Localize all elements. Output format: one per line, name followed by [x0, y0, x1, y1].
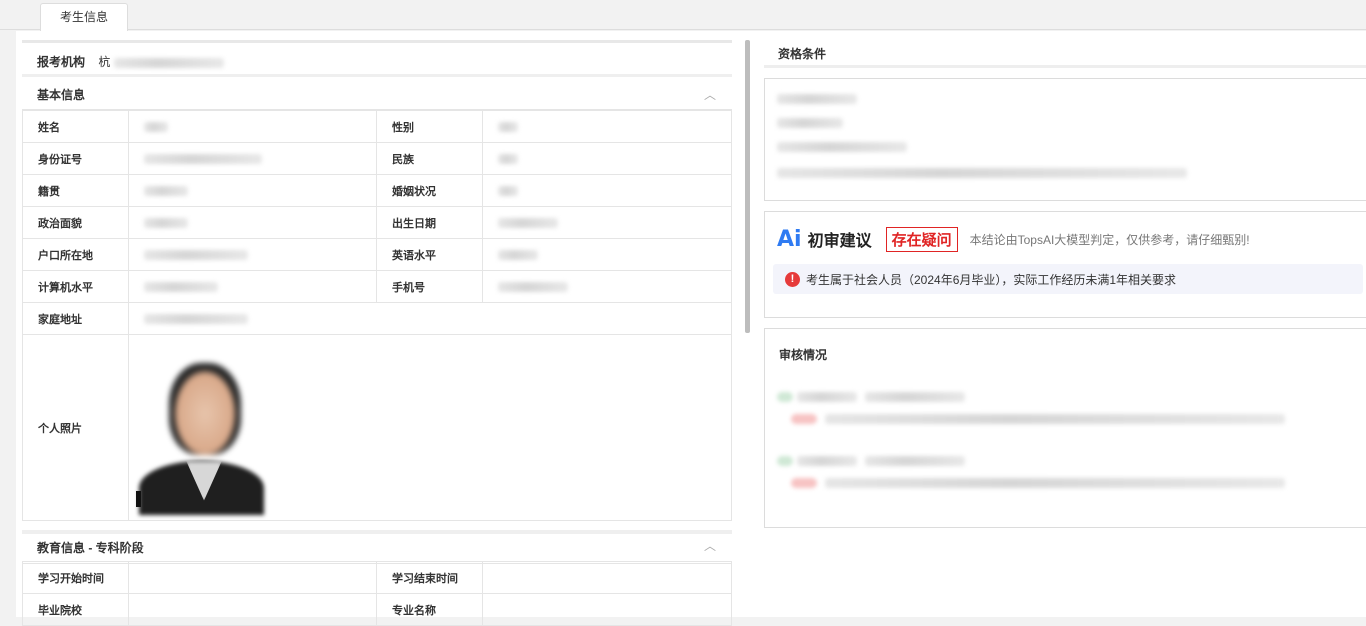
table-row: 姓名 性别	[22, 110, 732, 143]
review-entry	[777, 453, 965, 467]
field-label: 毕业院校	[22, 593, 129, 626]
field-label: 手机号	[376, 270, 483, 303]
ai-warning-text: 考生属于社会人员（2024年6月毕业），实际工作经历未满1年相关要求	[806, 272, 1177, 287]
basic-info-title: 基本信息	[37, 88, 86, 102]
field-value-marital-status	[482, 174, 732, 207]
field-label: 民族	[376, 142, 483, 175]
field-value-home-address	[128, 302, 732, 335]
field-label: 计算机水平	[22, 270, 129, 303]
table-row: 身份证号 民族	[22, 142, 732, 175]
field-value-birth-date	[482, 206, 732, 239]
field-label: 个人照片	[22, 334, 129, 521]
field-value-id-number	[128, 142, 377, 175]
field-value-household	[128, 238, 377, 271]
review-entry-detail	[791, 475, 1285, 489]
ai-warning-row: ! 考生属于社会人员（2024年6月毕业），实际工作经历未满1年相关要求	[773, 264, 1363, 294]
org-label: 报考机构	[37, 55, 86, 69]
qualification-card	[764, 78, 1366, 201]
education-header[interactable]: 教育信息 - 专科阶段 ︿	[22, 530, 732, 564]
chevron-up-icon[interactable]: ︿	[704, 532, 716, 560]
table-row: 籍贯 婚姻状况	[22, 174, 732, 207]
chevron-up-icon[interactable]: ︿	[704, 80, 716, 110]
qualification-title: 资格条件	[778, 47, 827, 61]
tab-bar: 考生信息	[0, 0, 1366, 31]
org-row: 报考机构 杭	[22, 47, 732, 77]
basic-info-header[interactable]: 基本信息 ︿	[22, 80, 732, 110]
field-value-english-level	[482, 238, 732, 271]
field-label: 性别	[376, 110, 483, 143]
tab-candidate-info[interactable]: 考生信息	[40, 3, 128, 31]
org-value: 杭	[98, 55, 225, 69]
qualification-line	[777, 165, 1187, 179]
qualification-header: 资格条件	[764, 40, 1366, 68]
field-label: 学习开始时间	[22, 561, 129, 594]
qualification-line	[777, 139, 907, 153]
table-row: 毕业院校 专业名称	[22, 593, 732, 626]
field-label: 家庭地址	[22, 302, 129, 335]
field-label: 专业名称	[376, 593, 483, 626]
field-label: 政治面貌	[22, 206, 129, 239]
table-row: 个人照片	[22, 334, 732, 521]
field-label: 户口所在地	[22, 238, 129, 271]
field-value-gender	[482, 110, 732, 143]
field-value-ethnicity	[482, 142, 732, 175]
avatar	[134, 343, 264, 515]
table-row: 计算机水平 手机号	[22, 270, 732, 303]
alert-icon: !	[785, 271, 800, 287]
field-value-end-time	[482, 561, 732, 594]
field-value-political-status	[128, 206, 377, 239]
field-value-name	[128, 110, 377, 143]
review-entry-detail	[791, 411, 1285, 425]
review-entry	[777, 389, 965, 403]
education-title: 教育信息 - 专科阶段	[37, 541, 144, 555]
field-label: 学习结束时间	[376, 561, 483, 594]
field-value-computer-level	[128, 270, 377, 303]
field-label: 籍贯	[22, 174, 129, 207]
field-label: 英语水平	[376, 238, 483, 271]
table-row: 家庭地址	[22, 302, 732, 335]
candidate-info-panel: 报考机构 杭 基本信息 ︿ 姓名 性别 身份证号 民族 籍贯 婚姻状况 政治面貌	[22, 40, 732, 626]
education-table: 学习开始时间 学习结束时间 毕业院校 专业名称	[22, 561, 732, 626]
review-title: 审核情况	[779, 348, 828, 362]
basic-info-table: 姓名 性别 身份证号 民族 籍贯 婚姻状况 政治面貌 出生日期 户口所在地 英语…	[22, 110, 732, 521]
review-card: 审核情况	[764, 328, 1366, 528]
qualification-line	[777, 91, 857, 105]
ai-sparkle-icon: Ai	[777, 226, 802, 252]
field-label: 姓名	[22, 110, 129, 143]
ai-suggestion-title: 初审建议	[807, 233, 872, 250]
field-value-major	[482, 593, 732, 626]
ai-disclaimer: 本结论由TopsAI大模型判定，仅供参考，请仔细甄别!	[969, 232, 1250, 247]
table-row: 户口所在地 英语水平	[22, 238, 732, 271]
field-label: 身份证号	[22, 142, 129, 175]
field-value-phone	[482, 270, 732, 303]
ai-suggestion-row: Ai 初审建议 存在疑问 本结论由TopsAI大模型判定，仅供参考，请仔细甄别!	[777, 224, 1250, 254]
table-row: 学习开始时间 学习结束时间	[22, 561, 732, 594]
table-row: 政治面貌 出生日期	[22, 206, 732, 239]
field-value-native-place	[128, 174, 377, 207]
ai-suggestion-card: Ai 初审建议 存在疑问 本结论由TopsAI大模型判定，仅供参考，请仔细甄别!…	[764, 211, 1366, 318]
field-label: 婚姻状况	[376, 174, 483, 207]
ai-status-badge: 存在疑问	[885, 226, 958, 252]
field-value-start-time	[128, 561, 377, 594]
field-value-school	[128, 593, 377, 626]
field-label: 出生日期	[376, 206, 483, 239]
qualification-line	[777, 115, 843, 129]
panel-scrollbar[interactable]	[745, 40, 750, 333]
field-value-photo	[128, 334, 732, 521]
